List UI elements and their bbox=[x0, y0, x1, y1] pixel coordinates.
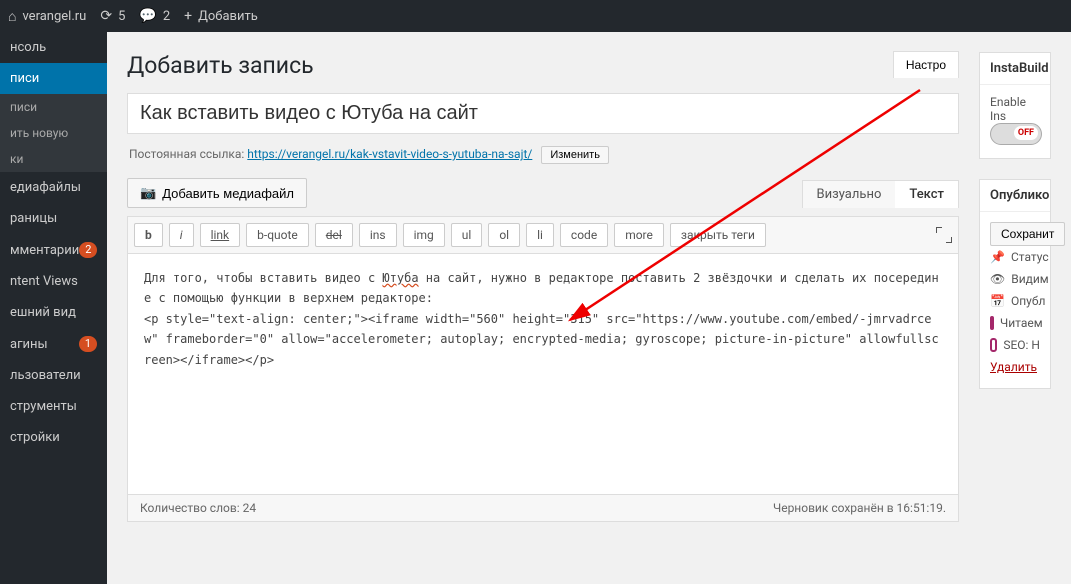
btn-bquote[interactable]: b-quote bbox=[246, 223, 309, 247]
btn-code[interactable]: code bbox=[560, 223, 608, 247]
instabuilder-title: InstaBuild bbox=[980, 53, 1050, 85]
sidebar-tools[interactable]: струменты bbox=[0, 391, 107, 422]
sidebar-posts-all[interactable]: писи bbox=[0, 94, 107, 120]
editor-container: b i link b-quote del ins img ul ol li co… bbox=[127, 216, 959, 522]
permalink-edit-button[interactable]: Изменить bbox=[541, 146, 609, 164]
sidebar-posts-categories[interactable]: ки bbox=[0, 146, 107, 172]
publish-seo: SEO: Н bbox=[1003, 338, 1040, 352]
btn-close-tags[interactable]: закрыть теги bbox=[670, 223, 766, 247]
add-label: Добавить bbox=[198, 9, 258, 24]
instabuilder-enable-label: Enable Ins bbox=[990, 95, 1040, 123]
refresh-icon: ⟳ bbox=[100, 8, 112, 24]
sidebar-plugins[interactable]: агины1 bbox=[0, 328, 107, 360]
admin-sidebar: нсоль писи писи ить новую ки едиафайлы р… bbox=[0, 32, 107, 584]
btn-link[interactable]: link bbox=[200, 223, 241, 247]
home-icon: ⌂ bbox=[8, 8, 16, 25]
eye-icon: 👁 bbox=[990, 272, 1005, 286]
sidebar-posts-add[interactable]: ить новую bbox=[0, 120, 107, 146]
btn-more[interactable]: more bbox=[614, 223, 664, 247]
yoast-icon bbox=[990, 316, 994, 330]
sidebar-pages[interactable]: раницы bbox=[0, 203, 107, 234]
btn-img[interactable]: img bbox=[403, 223, 445, 247]
publish-box: Опублико Сохранит 📌Статус 👁Видим 📅Опубл … bbox=[979, 179, 1051, 389]
adminbar-comments[interactable]: 💬2 bbox=[139, 8, 170, 24]
page-title: Добавить запись bbox=[127, 52, 959, 79]
post-title-input[interactable] bbox=[128, 94, 958, 133]
text-toolbar: b i link b-quote del ins img ul ol li co… bbox=[128, 217, 958, 254]
sidebar-users[interactable]: льзователи bbox=[0, 360, 107, 391]
adminbar-add[interactable]: + Добавить bbox=[184, 8, 258, 24]
publish-status: Статус bbox=[1011, 250, 1049, 264]
editor-tabs: Визуально Текст bbox=[802, 180, 959, 208]
admin-bar: ⌂verangel.ru ⟳5 💬2 +Добавить bbox=[0, 0, 1071, 32]
screen-options-button[interactable]: Настро bbox=[893, 51, 959, 78]
comments-badge: 2 bbox=[79, 242, 97, 258]
yoast-icon bbox=[990, 338, 997, 352]
adminbar-updates[interactable]: ⟳5 bbox=[100, 8, 125, 24]
publish-title: Опублико bbox=[980, 180, 1050, 212]
sidebar-appearance[interactable]: ешний вид bbox=[0, 297, 107, 328]
editor-statusbar: Количество слов: 24 Черновик сохранён в … bbox=[128, 494, 958, 521]
btn-del[interactable]: del bbox=[315, 223, 353, 247]
publish-readability: Читаем bbox=[1000, 316, 1043, 330]
fullscreen-icon[interactable] bbox=[936, 227, 952, 243]
adminbar-site[interactable]: ⌂ verangel.ru bbox=[8, 8, 86, 25]
btn-ul[interactable]: ul bbox=[451, 223, 483, 247]
tab-visual[interactable]: Визуально bbox=[803, 181, 896, 208]
plugins-badge: 1 bbox=[79, 336, 97, 352]
permalink-label: Постоянная ссылка: bbox=[129, 147, 244, 161]
tab-text[interactable]: Текст bbox=[895, 181, 958, 208]
calendar-icon: 📅 bbox=[990, 294, 1005, 308]
word-count: Количество слов: 24 bbox=[140, 501, 256, 515]
camera-icon: 📷 bbox=[140, 185, 156, 201]
draft-saved: Черновик сохранён в 16:51:19. bbox=[773, 501, 946, 515]
sidebar-comments[interactable]: мментарии2 bbox=[0, 234, 107, 266]
btn-li[interactable]: li bbox=[526, 223, 554, 247]
add-media-button[interactable]: 📷Добавить медиафайл bbox=[127, 178, 307, 208]
btn-ins[interactable]: ins bbox=[359, 223, 397, 247]
sidebar-settings[interactable]: стройки bbox=[0, 422, 107, 453]
publish-visibility: Видим bbox=[1011, 272, 1048, 286]
comment-icon: 💬 bbox=[139, 8, 156, 24]
sidebar-console[interactable]: нсоль bbox=[0, 32, 107, 63]
instabuilder-toggle[interactable] bbox=[990, 123, 1042, 145]
permalink-url[interactable]: https://verangel.ru/kak-vstavit-video-s-… bbox=[247, 147, 532, 161]
content-textarea[interactable]: Для того, чтобы вставить видео с Ютуба н… bbox=[128, 254, 958, 494]
sidebar-posts[interactable]: писи bbox=[0, 63, 107, 94]
btn-italic[interactable]: i bbox=[169, 223, 194, 247]
save-draft-button[interactable]: Сохранит bbox=[990, 222, 1065, 246]
updates-count: 5 bbox=[118, 9, 125, 24]
publish-schedule: Опубл bbox=[1011, 294, 1045, 308]
permalink-row: Постоянная ссылка: https://verangel.ru/k… bbox=[127, 140, 959, 178]
delete-link[interactable]: Удалить bbox=[990, 360, 1037, 374]
instabuilder-box: InstaBuild Enable Ins bbox=[979, 52, 1051, 159]
site-name: verangel.ru bbox=[22, 9, 86, 24]
btn-bold[interactable]: b bbox=[134, 223, 163, 247]
comments-count: 2 bbox=[163, 9, 170, 24]
btn-ol[interactable]: ol bbox=[488, 223, 520, 247]
post-title-box bbox=[127, 93, 959, 134]
pin-icon: 📌 bbox=[990, 250, 1005, 264]
sidebar-media[interactable]: едиафайлы bbox=[0, 172, 107, 203]
plus-icon: + bbox=[184, 8, 192, 24]
sidebar-content-views[interactable]: ntent Views bbox=[0, 266, 107, 297]
